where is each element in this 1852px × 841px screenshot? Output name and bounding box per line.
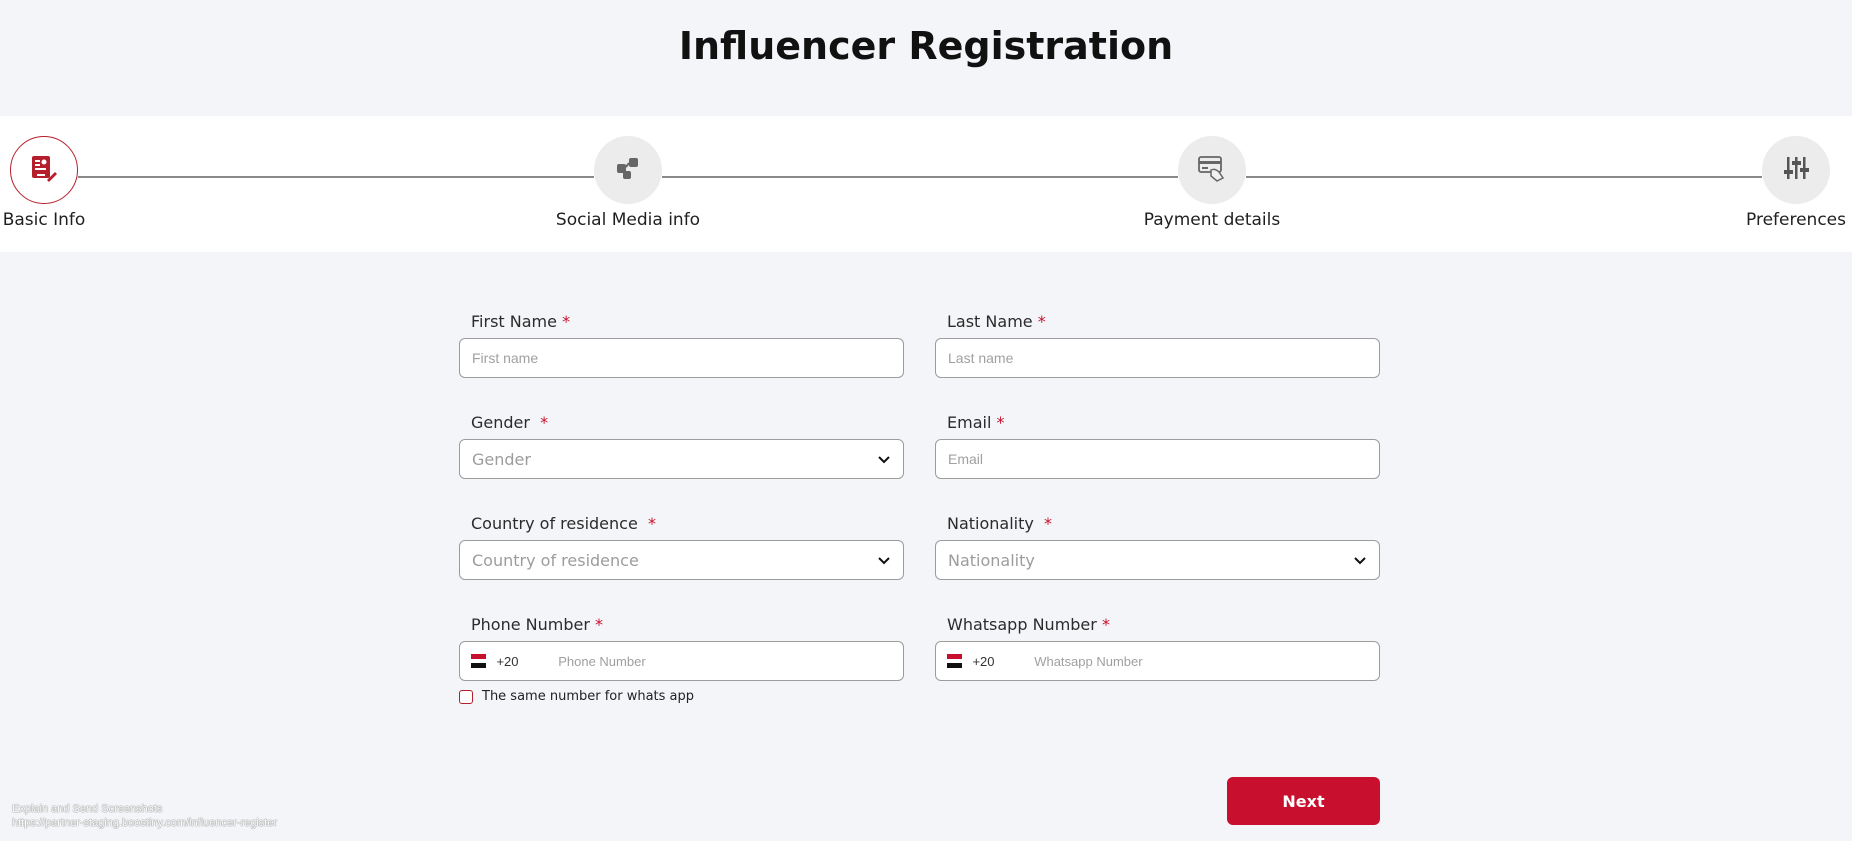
- required-marker: *: [647, 514, 656, 533]
- phone-field[interactable]: +20: [459, 641, 904, 681]
- nationality-select-value: Nationality: [948, 550, 1035, 570]
- overlay-url: https://partner-staging.boostiny.com/inf…: [12, 817, 278, 829]
- social-network-icon: [615, 155, 641, 185]
- same-number-option: The same number for whats app: [459, 689, 694, 704]
- last-name-label-text: Last Name: [947, 312, 1033, 331]
- step-payment-circle: [1178, 136, 1246, 204]
- dial-code[interactable]: +20: [972, 654, 1034, 669]
- whatsapp-field[interactable]: +20: [935, 641, 1380, 681]
- payment-card-icon: [1197, 154, 1227, 186]
- required-marker: *: [540, 413, 549, 432]
- email-label-text: Email: [947, 413, 992, 432]
- whatsapp-label-text: Whatsapp Number: [947, 615, 1097, 634]
- email-field[interactable]: [935, 439, 1380, 479]
- gender-select-value: Gender: [472, 449, 531, 469]
- step-connector: [662, 176, 1178, 178]
- chevron-down-icon: [1353, 551, 1367, 570]
- phone-input[interactable]: [558, 642, 903, 680]
- step-payment-details[interactable]: Payment details: [1112, 136, 1312, 230]
- next-button[interactable]: Next: [1227, 777, 1380, 825]
- required-marker: *: [1101, 615, 1110, 634]
- required-marker: *: [562, 312, 571, 331]
- sliders-icon: [1783, 155, 1809, 185]
- whatsapp-input[interactable]: [1034, 642, 1379, 680]
- first-name-label-text: First Name: [471, 312, 557, 331]
- country-select[interactable]: Country of residence: [459, 540, 904, 580]
- email-label: Email *: [947, 413, 1004, 432]
- step-preferences-circle: [1762, 136, 1830, 204]
- step-connector: [78, 176, 594, 178]
- phone-label-text: Phone Number: [471, 615, 590, 634]
- last-name-field[interactable]: [935, 338, 1380, 378]
- phone-label: Phone Number *: [471, 615, 603, 634]
- step-connector: [1246, 176, 1762, 178]
- page-title: Influencer Registration: [678, 24, 1174, 68]
- step-label: Social Media info: [555, 210, 701, 230]
- first-name-field[interactable]: [459, 338, 904, 378]
- same-number-label[interactable]: The same number for whats app: [482, 689, 694, 704]
- last-name-input[interactable]: [936, 339, 1379, 377]
- step-label: Preferences: [1746, 210, 1846, 230]
- step-label: Payment details: [1143, 210, 1281, 230]
- whatsapp-label: Whatsapp Number *: [947, 615, 1110, 634]
- step-preferences[interactable]: Preferences: [1696, 136, 1852, 230]
- step-basic-info[interactable]: Basic Info: [0, 136, 144, 230]
- nationality-label: Nationality *: [947, 514, 1052, 533]
- required-marker: *: [1037, 312, 1046, 331]
- overlay-line-1: Explain and Send Screenshots: [12, 803, 163, 815]
- id-card-icon: [31, 154, 57, 186]
- country-label: Country of residence *: [471, 514, 656, 533]
- country-select-value: Country of residence: [472, 550, 639, 570]
- gender-select[interactable]: Gender: [459, 439, 904, 479]
- step-social-circle: [594, 136, 662, 204]
- egypt-flag-icon[interactable]: [947, 654, 963, 669]
- country-label-text: Country of residence: [471, 514, 638, 533]
- screenshot-overlay-note: Explain and Send Screenshots https://par…: [12, 802, 277, 830]
- last-name-label: Last Name *: [947, 312, 1046, 331]
- first-name-label: First Name *: [471, 312, 570, 331]
- gender-label: Gender *: [471, 413, 548, 432]
- same-number-checkbox[interactable]: [459, 689, 473, 704]
- registration-stepper: Basic Info Social Media info Payment det…: [0, 116, 1852, 252]
- gender-label-text: Gender: [471, 413, 530, 432]
- egypt-flag-icon[interactable]: [471, 654, 487, 669]
- nationality-select[interactable]: Nationality: [935, 540, 1380, 580]
- required-marker: *: [1044, 514, 1053, 533]
- dial-code[interactable]: +20: [496, 654, 558, 669]
- first-name-input[interactable]: [460, 339, 903, 377]
- step-social-media-info[interactable]: Social Media info: [528, 136, 728, 230]
- email-input[interactable]: [936, 440, 1379, 478]
- step-label: Basic Info: [2, 210, 86, 230]
- required-marker: *: [996, 413, 1005, 432]
- required-marker: *: [595, 615, 604, 634]
- step-basic-info-circle: [10, 136, 78, 204]
- nationality-label-text: Nationality: [947, 514, 1034, 533]
- chevron-down-icon: [877, 551, 891, 570]
- chevron-down-icon: [877, 450, 891, 469]
